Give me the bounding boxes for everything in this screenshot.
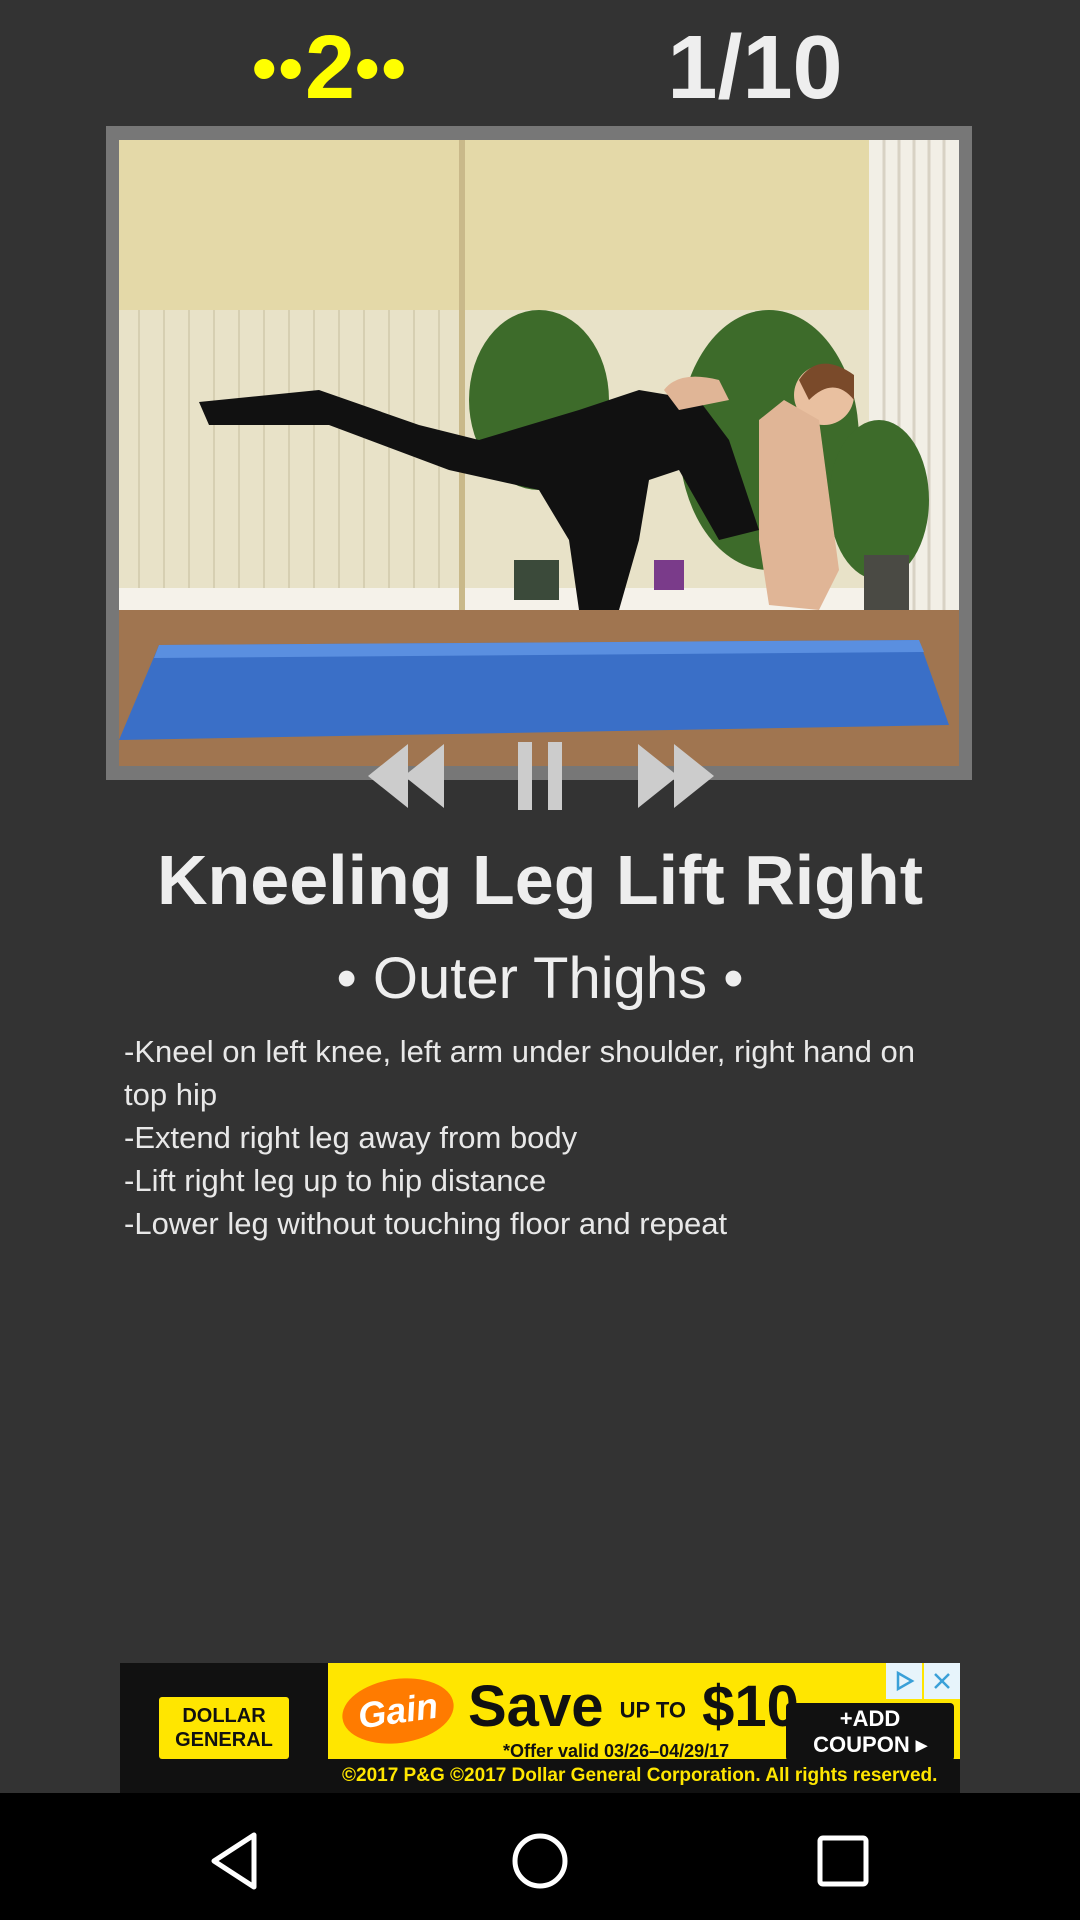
round-number: 2 — [304, 18, 356, 118]
exercise-video-icon — [119, 140, 959, 766]
playback-controls — [360, 736, 720, 816]
ad-save-text: Save — [468, 1674, 604, 1739]
fast-forward-button[interactable] — [632, 736, 722, 816]
ad-choices-button[interactable] — [886, 1663, 922, 1699]
pause-icon — [518, 742, 562, 810]
instruction-line: -Kneel on left knee, left arm under shou… — [124, 1034, 915, 1112]
pause-button[interactable] — [510, 736, 570, 816]
instruction-line: -Lower leg without touching floor and re… — [124, 1206, 728, 1241]
close-icon — [934, 1673, 950, 1689]
exercise-video[interactable] — [119, 140, 959, 766]
exercise-progress: 1/10 — [667, 18, 843, 118]
system-navigation-bar — [0, 1793, 1080, 1920]
coupon-line1: +ADD — [839, 1706, 901, 1731]
round-counter: •• 2 •• — [235, 18, 425, 118]
ad-amount: $10 — [702, 1674, 799, 1739]
instruction-line: -Extend right leg away from body — [124, 1120, 578, 1155]
ad-choices-icon — [896, 1670, 915, 1692]
exercise-instructions: -Kneel on left knee, left arm under shou… — [124, 1030, 944, 1245]
dollar-general-logo: DOLLAR GENERAL — [159, 1697, 289, 1759]
back-button[interactable] — [196, 1821, 276, 1901]
ad-copyright: ©2017 P&G ©2017 Dollar General Corporati… — [328, 1759, 960, 1793]
ad-close-button[interactable] — [924, 1663, 960, 1699]
ad-up-to: UP TO — [619, 1697, 687, 1723]
gain-logo: Gain — [338, 1671, 458, 1751]
round-dots-left: •• — [251, 29, 305, 107]
ad-content: Gain Save UP TO $10 *Offer valid 03/26–0… — [328, 1663, 960, 1793]
fast-forward-icon — [638, 744, 714, 808]
rewind-icon — [368, 744, 444, 808]
rewind-button[interactable] — [360, 736, 450, 816]
brand-line2: GENERAL — [175, 1729, 273, 1751]
exercise-title: Kneeling Leg Lift Right — [156, 841, 924, 919]
brand-line1: DOLLAR — [182, 1705, 266, 1727]
home-button[interactable] — [500, 1821, 580, 1901]
coupon-line2: COUPON ▸ — [813, 1732, 927, 1757]
round-dots-right: •• — [355, 29, 409, 107]
back-icon — [211, 1832, 257, 1890]
ad-banner[interactable]: DOLLAR GENERAL Gain Save UP TO $10 *Offe… — [120, 1663, 960, 1793]
ad-brand-area: DOLLAR GENERAL — [120, 1663, 328, 1793]
video-frame — [106, 126, 972, 780]
home-icon — [512, 1833, 568, 1889]
recents-icon — [817, 1835, 869, 1887]
recents-button[interactable] — [803, 1821, 883, 1901]
target-muscle: • Outer Thighs • — [336, 946, 744, 1011]
instruction-line: -Lift right leg up to hip distance — [124, 1163, 547, 1198]
ad-headline: Save UP TO $10 — [468, 1673, 799, 1740]
add-coupon-button[interactable]: +ADD COUPON ▸ — [786, 1703, 954, 1761]
